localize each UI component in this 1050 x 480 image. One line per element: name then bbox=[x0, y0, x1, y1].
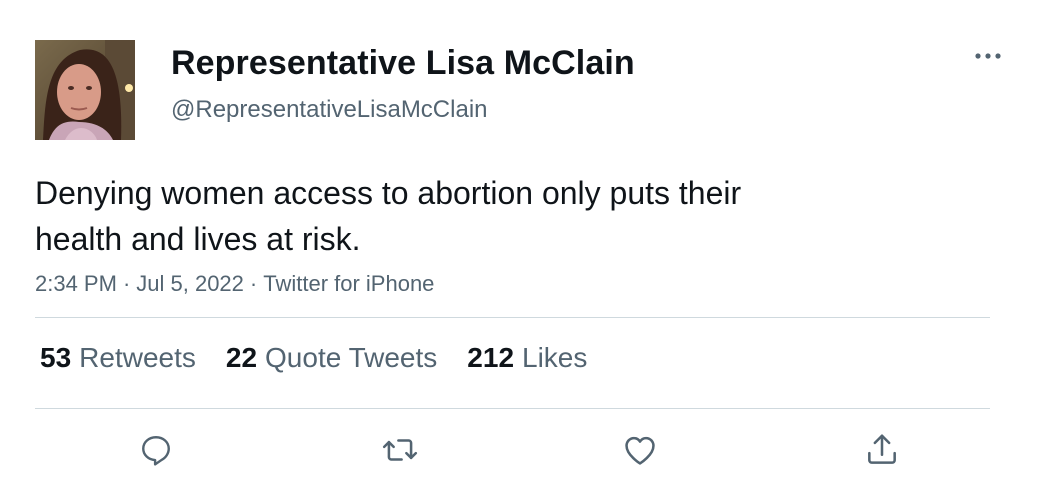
quote-tweets-label: Quote Tweets bbox=[265, 342, 438, 373]
divider bbox=[35, 408, 990, 409]
quote-tweets-stat[interactable]: 22 Quote Tweets bbox=[226, 342, 437, 374]
tweet-meta: 2:34 PM · Jul 5, 2022 · Twitter for iPhone bbox=[35, 271, 434, 297]
likes-count: 212 bbox=[467, 342, 515, 373]
likes-stat[interactable]: 212 Likes bbox=[467, 342, 587, 374]
more-options-button[interactable] bbox=[970, 42, 1006, 70]
more-icon bbox=[975, 53, 1001, 59]
retweets-count: 53 bbox=[40, 342, 72, 373]
tweet-text-line: Denying women access to abortion only pu… bbox=[35, 175, 742, 211]
avatar[interactable] bbox=[35, 40, 135, 140]
meta-separator: · bbox=[249, 271, 258, 296]
share-button[interactable] bbox=[862, 430, 902, 470]
likes-label: Likes bbox=[522, 342, 588, 373]
retweet-icon bbox=[382, 439, 418, 461]
reply-button[interactable] bbox=[136, 430, 176, 470]
divider bbox=[35, 317, 990, 318]
username-handle[interactable]: @RepresentativeLisaMcClain bbox=[171, 96, 488, 124]
display-name[interactable]: Representative Lisa McClain bbox=[171, 44, 635, 83]
retweets-stat[interactable]: 53 Retweets bbox=[40, 342, 196, 374]
tweet-text-line: health and lives at risk. bbox=[35, 221, 361, 257]
heart-icon bbox=[625, 436, 655, 465]
tweet-text: Denying women access to abortion only pu… bbox=[35, 170, 855, 262]
quote-tweets-count: 22 bbox=[225, 342, 258, 373]
engagement-stats: 53 Retweets 22 Quote Tweets 212 Likes bbox=[40, 342, 617, 374]
avatar-image bbox=[35, 40, 135, 140]
tweet-time[interactable]: 2:34 PM bbox=[35, 271, 117, 296]
tweet-source[interactable]: Twitter for iPhone bbox=[263, 271, 434, 296]
share-icon bbox=[868, 434, 896, 464]
reply-icon bbox=[142, 436, 170, 466]
like-button[interactable] bbox=[620, 430, 660, 470]
tweet-card: Representative Lisa McClain @Representat… bbox=[0, 0, 1050, 480]
meta-separator: · bbox=[122, 271, 131, 296]
tweet-date[interactable]: Jul 5, 2022 bbox=[136, 271, 244, 296]
retweets-label: Retweets bbox=[79, 342, 196, 373]
retweet-button[interactable] bbox=[380, 430, 420, 470]
